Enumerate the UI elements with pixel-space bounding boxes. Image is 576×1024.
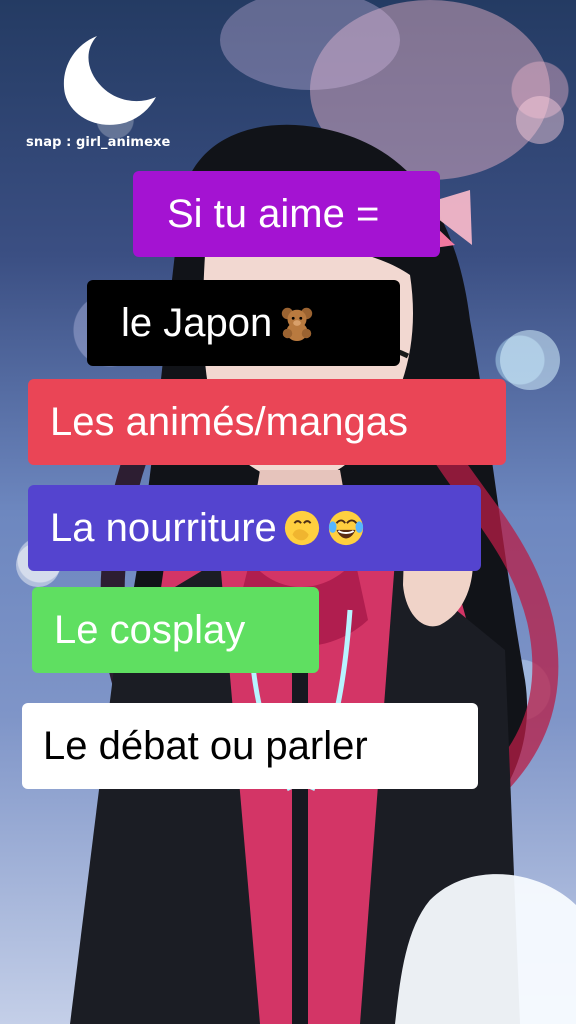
- caption-text: Si tu aime =: [167, 192, 380, 236]
- caption-anime-manga: Les animés/mangas: [28, 379, 506, 465]
- caption-text: La nourriture: [50, 506, 277, 550]
- caption-text: le Japon: [121, 301, 273, 345]
- face-with-hand-over-mouth-icon: [283, 509, 321, 547]
- caption-debate-or-talk: Le débat ou parler: [22, 703, 478, 789]
- video-frame: snap : girl_animexe Si tu aime = le Japo…: [0, 0, 576, 1024]
- face-with-tears-of-joy-icon: [327, 509, 365, 547]
- caption-text: Le cosplay: [54, 608, 246, 652]
- caption-text: Les animés/mangas: [50, 400, 408, 444]
- caption-text: Le débat ou parler: [43, 724, 368, 768]
- caption-cosplay: Le cosplay: [32, 587, 319, 673]
- caption-if-you-like: Si tu aime =: [133, 171, 440, 257]
- snapchat-handle-watermark: snap : girl_animexe: [26, 135, 171, 150]
- teddy-bear-icon: [278, 304, 316, 342]
- crescent-moon-icon: [42, 28, 162, 128]
- caption-japan: le Japon: [87, 280, 400, 366]
- caption-food: La nourriture: [28, 485, 481, 571]
